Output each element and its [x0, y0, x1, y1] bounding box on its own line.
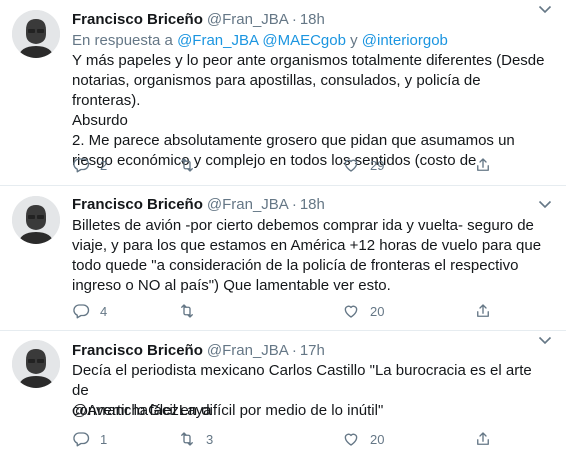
share-icon	[477, 304, 489, 317]
tweet-header: Francisco Briceño @Fran_JBA · 18h	[72, 10, 325, 30]
share-button[interactable]	[474, 301, 492, 321]
mention-link[interactable]: @ArranchaGlezLaya	[72, 401, 211, 421]
author-handle[interactable]: @Fran_JBA	[207, 342, 289, 359]
share-button[interactable]	[474, 155, 492, 175]
reply-icon	[73, 432, 90, 447]
reply-button[interactable]: 2	[72, 155, 107, 175]
retweet-icon	[181, 432, 193, 446]
author-name[interactable]: Francisco Briceño	[72, 11, 203, 28]
timestamp[interactable]: 18h	[300, 196, 325, 213]
reply-icon	[73, 158, 90, 173]
reply-count: 2	[100, 157, 108, 173]
like-count: 20	[370, 431, 385, 447]
tweet-header: Francisco Briceño @Fran_JBA · 18h	[72, 195, 325, 215]
reply-join: y	[350, 32, 358, 49]
author-name[interactable]: Francisco Briceño	[72, 196, 203, 213]
reply-count: 4	[100, 303, 108, 319]
author-handle[interactable]: @Fran_JBA	[207, 11, 289, 28]
divider	[0, 185, 566, 186]
separator: ·	[291, 196, 297, 213]
author-name[interactable]: Francisco Briceño	[72, 342, 203, 359]
reply-context: En respuesta a @Fran_JBA @MAECgob y @int…	[72, 31, 448, 51]
chevron-down-icon[interactable]	[538, 199, 552, 209]
heart-icon	[344, 159, 358, 172]
share-icon	[477, 158, 489, 171]
author-handle[interactable]: @Fran_JBA	[207, 196, 289, 213]
separator: ·	[291, 342, 297, 359]
like-button[interactable]: 29	[342, 155, 384, 175]
share-button[interactable]	[474, 429, 492, 449]
retweet-icon	[181, 158, 193, 172]
timestamp[interactable]: 17h	[300, 342, 325, 359]
reply-prefix: En respuesta a	[72, 32, 173, 49]
like-count: 29	[370, 157, 385, 173]
divider	[0, 330, 566, 331]
avatar[interactable]	[12, 196, 60, 244]
avatar[interactable]	[12, 340, 60, 388]
share-icon	[477, 432, 489, 445]
reply-button[interactable]: 1	[72, 429, 107, 449]
tweet-actions: 2 29	[72, 155, 512, 175]
retweet-icon	[181, 304, 193, 318]
retweet-button[interactable]: 3	[178, 429, 213, 449]
separator: ·	[291, 11, 297, 28]
tweet-header: Francisco Briceño @Fran_JBA · 17h	[72, 341, 325, 361]
retweet-button[interactable]	[178, 155, 206, 175]
reply-icon	[73, 304, 90, 319]
avatar[interactable]	[12, 10, 60, 58]
tweet-text: Y más papeles y lo peor ante organismos …	[72, 52, 545, 169]
heart-icon	[344, 433, 358, 446]
chevron-down-icon[interactable]	[538, 335, 552, 345]
tweet-actions: 4 20	[72, 301, 512, 321]
timestamp[interactable]: 18h	[300, 11, 325, 28]
retweet-button[interactable]	[178, 301, 206, 321]
mention-link[interactable]: @interiorgob	[362, 32, 448, 49]
retweet-count: 3	[206, 431, 214, 447]
like-button[interactable]: 20	[342, 429, 384, 449]
mention-link[interactable]: @MAECgob	[262, 32, 346, 49]
tweet-actions: 1 3 20	[72, 429, 512, 449]
like-button[interactable]: 20	[342, 301, 384, 321]
chevron-down-icon[interactable]	[538, 4, 552, 14]
reply-button[interactable]: 4	[72, 301, 107, 321]
like-count: 20	[370, 303, 385, 319]
reply-count: 1	[100, 431, 108, 447]
heart-icon	[344, 305, 358, 318]
tweet-text: Billetes de avión -por cierto debemos co…	[72, 217, 542, 294]
mention-link[interactable]: @Fran_JBA	[177, 32, 258, 49]
